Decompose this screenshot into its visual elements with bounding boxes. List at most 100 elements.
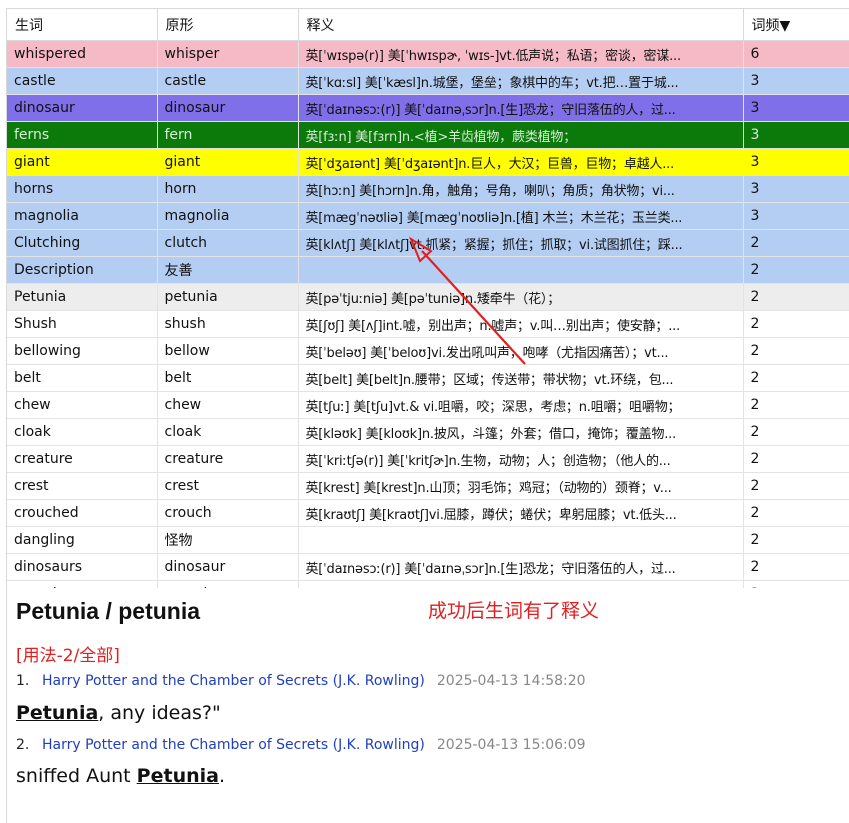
table-row[interactable]: giant giant 英[ˈdʒaɪənt] 美[ˈdʒaɪənt]n.巨人，大汉… (7, 148, 849, 176)
cell-lemma[interactable]: castle (157, 67, 299, 95)
cell-frequency[interactable]: 2 (743, 499, 849, 527)
table-row[interactable]: chew chew 英[tʃuː] 美[tʃu]vt.& vi.咀嚼，咬；深思，考虑… (7, 391, 849, 419)
table-row[interactable]: Shush shush 英[ʃʊʃ] 美[ʌʃ]int.嘘，别出声；n.嘘声；v.叫… (7, 310, 849, 338)
cell-word[interactable]: Petunia (7, 283, 158, 311)
table-row[interactable]: dangling 怪物 2 (7, 526, 849, 554)
cell-definition[interactable]: 英[ˈdaɪnəsɔː(r)] 美[ˈdaɪnəˌsɔr]n.[生]恐龙；守旧落… (298, 553, 744, 581)
table-row[interactable]: castle castle 英[ˈkɑːsl] 美[ˈkæsl]n.城堡，堡垒；象棋… (7, 67, 849, 95)
cell-frequency[interactable]: 3 (743, 175, 849, 203)
cell-definition[interactable]: 英[ˈwɪspə(r)] 美[ˈhwɪspɚ, ˈwɪs-]vt.低声说；私语；… (298, 40, 744, 68)
cell-lemma[interactable]: dinosaur (157, 553, 299, 581)
cell-definition[interactable]: 英[krest] 美[krest]n.山顶；羽毛饰；鸡冠；（动物的）颈脊；v..… (298, 472, 744, 500)
table-row[interactable]: ferns fern 英[fɜːn] 美[fɜrn]n.<植>羊齿植物，蕨类植物； 3 (7, 121, 849, 149)
table-row[interactable]: belt belt 英[belt] 美[belt]n.腰带；区域；传送带；带状物；v… (7, 364, 849, 392)
cell-frequency[interactable]: 3 (743, 94, 849, 122)
cell-lemma[interactable]: 怪物 (157, 526, 299, 554)
citation-source-link[interactable]: Harry Potter and the Chamber of Secrets … (42, 673, 425, 689)
cell-definition[interactable]: 英[kraʊtʃ] 美[kraʊtʃ]vi.屈膝，蹲伏；蜷伏；卑躬屈膝；vt.低… (298, 499, 744, 527)
cell-lemma[interactable]: whisper (157, 40, 299, 68)
cell-frequency[interactable]: 2 (743, 445, 849, 473)
cell-definition[interactable]: 英[ˈkɑːsl] 美[ˈkæsl]n.城堡，堡垒；象棋中的车；vt.把…置于城… (298, 67, 744, 95)
cell-frequency[interactable]: 2 (743, 526, 849, 554)
cell-definition[interactable]: 英[hɔːn] 美[hɔrn]n.角，触角；号角，喇叭；角质；角状物；vi... (298, 175, 744, 203)
table-row[interactable]: dinosaurs dinosaur 英[ˈdaɪnəsɔː(r)] 美[ˈdaɪn… (7, 553, 849, 581)
table-row[interactable]: bellowing bellow 英[ˈbeləʊ] 美[ˈbeloʊ]vi.发出吼… (7, 337, 849, 365)
cell-frequency[interactable]: 2 (743, 418, 849, 446)
table-row[interactable]: magnolia magnolia 英[mægˈnəʊliə] 美[mægˈnoʊl… (7, 202, 849, 230)
cell-word[interactable]: Description (7, 256, 158, 284)
cell-frequency[interactable]: 2 (743, 364, 849, 392)
cell-lemma[interactable]: petunia (157, 283, 299, 311)
cell-word[interactable]: dangling (7, 526, 158, 554)
cell-definition[interactable]: 英[kləʊk] 美[kloʊk]n.披风，斗篷；外套；借口，掩饰；覆盖物... (298, 418, 744, 446)
cell-word[interactable]: cloak (7, 418, 158, 446)
cell-definition[interactable]: 英[fɜːn] 美[fɜrn]n.<植>羊齿植物，蕨类植物； (298, 121, 744, 149)
cell-definition[interactable]: 英[ʃʊʃ] 美[ʌʃ]int.嘘，别出声；n.嘘声；v.叫…别出声；使安静；.… (298, 310, 744, 338)
cell-frequency[interactable]: 3 (743, 121, 849, 149)
cell-frequency[interactable]: 2 (743, 337, 849, 365)
cell-word[interactable]: horns (7, 175, 158, 203)
cell-word[interactable]: dinosaur (7, 94, 158, 122)
cell-frequency[interactable]: 2 (743, 310, 849, 338)
cell-frequency[interactable]: 3 (743, 148, 849, 176)
cell-definition[interactable]: 英[mægˈnəʊliə] 美[mægˈnoʊliə]n.[植] 木兰；木兰花；… (298, 202, 744, 230)
column-header-definition[interactable]: 释义 (298, 9, 744, 41)
cell-word[interactable]: belt (7, 364, 158, 392)
cell-word[interactable]: bellowing (7, 337, 158, 365)
table-row[interactable]: Description 友善 2 (7, 256, 849, 284)
cell-definition[interactable]: 英[pəˈtjuːniə] 美[pəˈtuniə]n.矮牵牛（花）； (298, 283, 744, 311)
cell-lemma[interactable]: crest (157, 472, 299, 500)
column-header-lemma[interactable]: 原形 (157, 9, 299, 41)
cell-frequency[interactable]: 2 (743, 472, 849, 500)
cell-word[interactable]: crouched (7, 499, 158, 527)
cell-word[interactable]: castle (7, 67, 158, 95)
cell-word[interactable]: Clutching (7, 229, 158, 257)
cell-definition[interactable] (298, 256, 744, 284)
table-row[interactable]: creature creature 英[ˈkriːtʃə(r)] 美[ˈkritʃɚ… (7, 445, 849, 473)
usage-label[interactable]: [用法-2/全部] (16, 641, 120, 666)
table-row[interactable]: horns horn 英[hɔːn] 美[hɔrn]n.角，触角；号角，喇叭；角质；… (7, 175, 849, 203)
cell-frequency[interactable]: 2 (743, 229, 849, 257)
table-row[interactable]: crest crest 英[krest] 美[krest]n.山顶；羽毛饰；鸡冠；（… (7, 472, 849, 500)
cell-frequency[interactable]: 3 (743, 67, 849, 95)
cell-lemma[interactable]: belt (157, 364, 299, 392)
cell-word[interactable]: giant (7, 148, 158, 176)
table-row[interactable]: crouched crouch 英[kraʊtʃ] 美[kraʊtʃ]vi.屈膝，蹲… (7, 499, 849, 527)
cell-definition[interactable]: 英[ˈdaɪnəsɔː(r)] 美[ˈdaɪnəˌsɔr]n.[生]恐龙；守旧落… (298, 94, 744, 122)
cell-word[interactable]: chew (7, 391, 158, 419)
cell-frequency[interactable]: 2 (743, 391, 849, 419)
cell-lemma[interactable]: dinosaur (157, 94, 299, 122)
cell-word[interactable]: creature (7, 445, 158, 473)
table-row[interactable]: cloak cloak 英[kləʊk] 美[kloʊk]n.披风，斗篷；外套；借口… (7, 418, 849, 446)
cell-definition[interactable] (298, 526, 744, 554)
citation-source-link[interactable]: Harry Potter and the Chamber of Secrets … (42, 737, 425, 753)
cell-definition[interactable]: 英[ˈdʒaɪənt] 美[ˈdʒaɪənt]n.巨人，大汉；巨兽，巨物；卓越人… (298, 148, 744, 176)
cell-lemma[interactable]: shush (157, 310, 299, 338)
cell-lemma[interactable]: 友善 (157, 256, 299, 284)
cell-lemma[interactable]: chew (157, 391, 299, 419)
cell-lemma[interactable]: giant (157, 148, 299, 176)
cell-lemma[interactable]: clutch (157, 229, 299, 257)
cell-lemma[interactable]: creature (157, 445, 299, 473)
cell-lemma[interactable]: magnolia (157, 202, 299, 230)
cell-definition[interactable]: 英[belt] 美[belt]n.腰带；区域；传送带；带状物；vt.环绕，包..… (298, 364, 744, 392)
cell-definition[interactable]: 英[ˈbeləʊ] 美[ˈbeloʊ]vi.发出吼叫声，咆哮（尤指因痛苦）；vt… (298, 337, 744, 365)
column-header-frequency[interactable]: 词频▼ (743, 9, 849, 41)
cell-word[interactable]: magnolia (7, 202, 158, 230)
cell-lemma[interactable]: crouch (157, 499, 299, 527)
cell-word[interactable]: Shush (7, 310, 158, 338)
cell-definition[interactable]: 英[klʌtʃ] 美[klʌtʃ]vt.抓紧；紧握；抓住；抓取；vi.试图抓住；… (298, 229, 744, 257)
cell-definition[interactable]: 英[ˈkriːtʃə(r)] 美[ˈkritʃɚ]n.生物，动物；人；创造物；（… (298, 445, 744, 473)
cell-frequency[interactable]: 2 (743, 256, 849, 284)
cell-word[interactable]: crest (7, 472, 158, 500)
table-row[interactable]: dinosaur dinosaur 英[ˈdaɪnəsɔː(r)] 美[ˈdaɪnə… (7, 94, 849, 122)
cell-lemma[interactable]: bellow (157, 337, 299, 365)
table-row[interactable]: whispered whisper 英[ˈwɪspə(r)] 美[ˈhwɪspɚ, … (7, 40, 849, 68)
cell-lemma[interactable]: fern (157, 121, 299, 149)
cell-frequency[interactable]: 2 (743, 283, 849, 311)
cell-word[interactable]: whispered (7, 40, 158, 68)
column-header-word[interactable]: 生词 (7, 9, 158, 41)
cell-definition[interactable]: 英[tʃuː] 美[tʃu]vt.& vi.咀嚼，咬；深思，考虑；n.咀嚼；咀嚼… (298, 391, 744, 419)
cell-lemma[interactable]: cloak (157, 418, 299, 446)
cell-frequency[interactable]: 6 (743, 40, 849, 68)
